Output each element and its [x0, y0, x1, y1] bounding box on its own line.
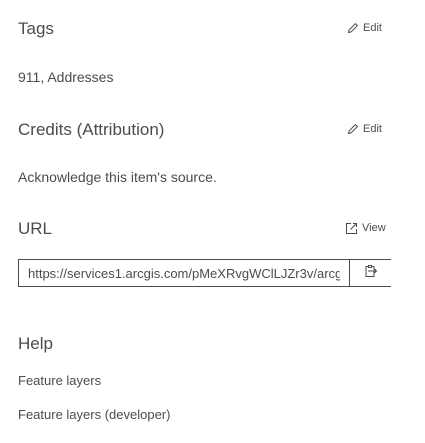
url-input[interactable]: [19, 260, 349, 286]
copy-to-clipboard-icon: [364, 264, 378, 283]
tags-header: Tags Edit: [18, 18, 407, 40]
tags-value: 911, Addresses: [18, 69, 114, 85]
credits-title: Credits (Attribution): [18, 120, 165, 139]
pencil-icon: [347, 22, 359, 34]
credits-edit-button[interactable]: Edit: [347, 121, 382, 137]
launch-icon: [345, 222, 358, 235]
url-title: URL: [18, 219, 53, 238]
url-field-group: [18, 259, 391, 287]
tags-edit-label: Edit: [363, 22, 382, 34]
copy-url-button[interactable]: [349, 260, 391, 286]
help-title: Help: [18, 334, 53, 353]
credits-header: Credits (Attribution) Edit: [18, 119, 407, 141]
pencil-icon: [347, 123, 359, 135]
help-link-feature-layers-developer[interactable]: Feature layers (developer): [18, 406, 170, 424]
credits-value: Acknowledge this item's source.: [18, 169, 217, 185]
tags-edit-button[interactable]: Edit: [347, 20, 382, 36]
url-view-button[interactable]: View: [345, 220, 386, 236]
tags-title: Tags: [18, 19, 54, 38]
credits-edit-label: Edit: [363, 123, 382, 135]
url-header: URL View: [18, 218, 407, 240]
help-link-feature-layers[interactable]: Feature layers: [18, 372, 101, 390]
url-view-label: View: [362, 222, 386, 234]
